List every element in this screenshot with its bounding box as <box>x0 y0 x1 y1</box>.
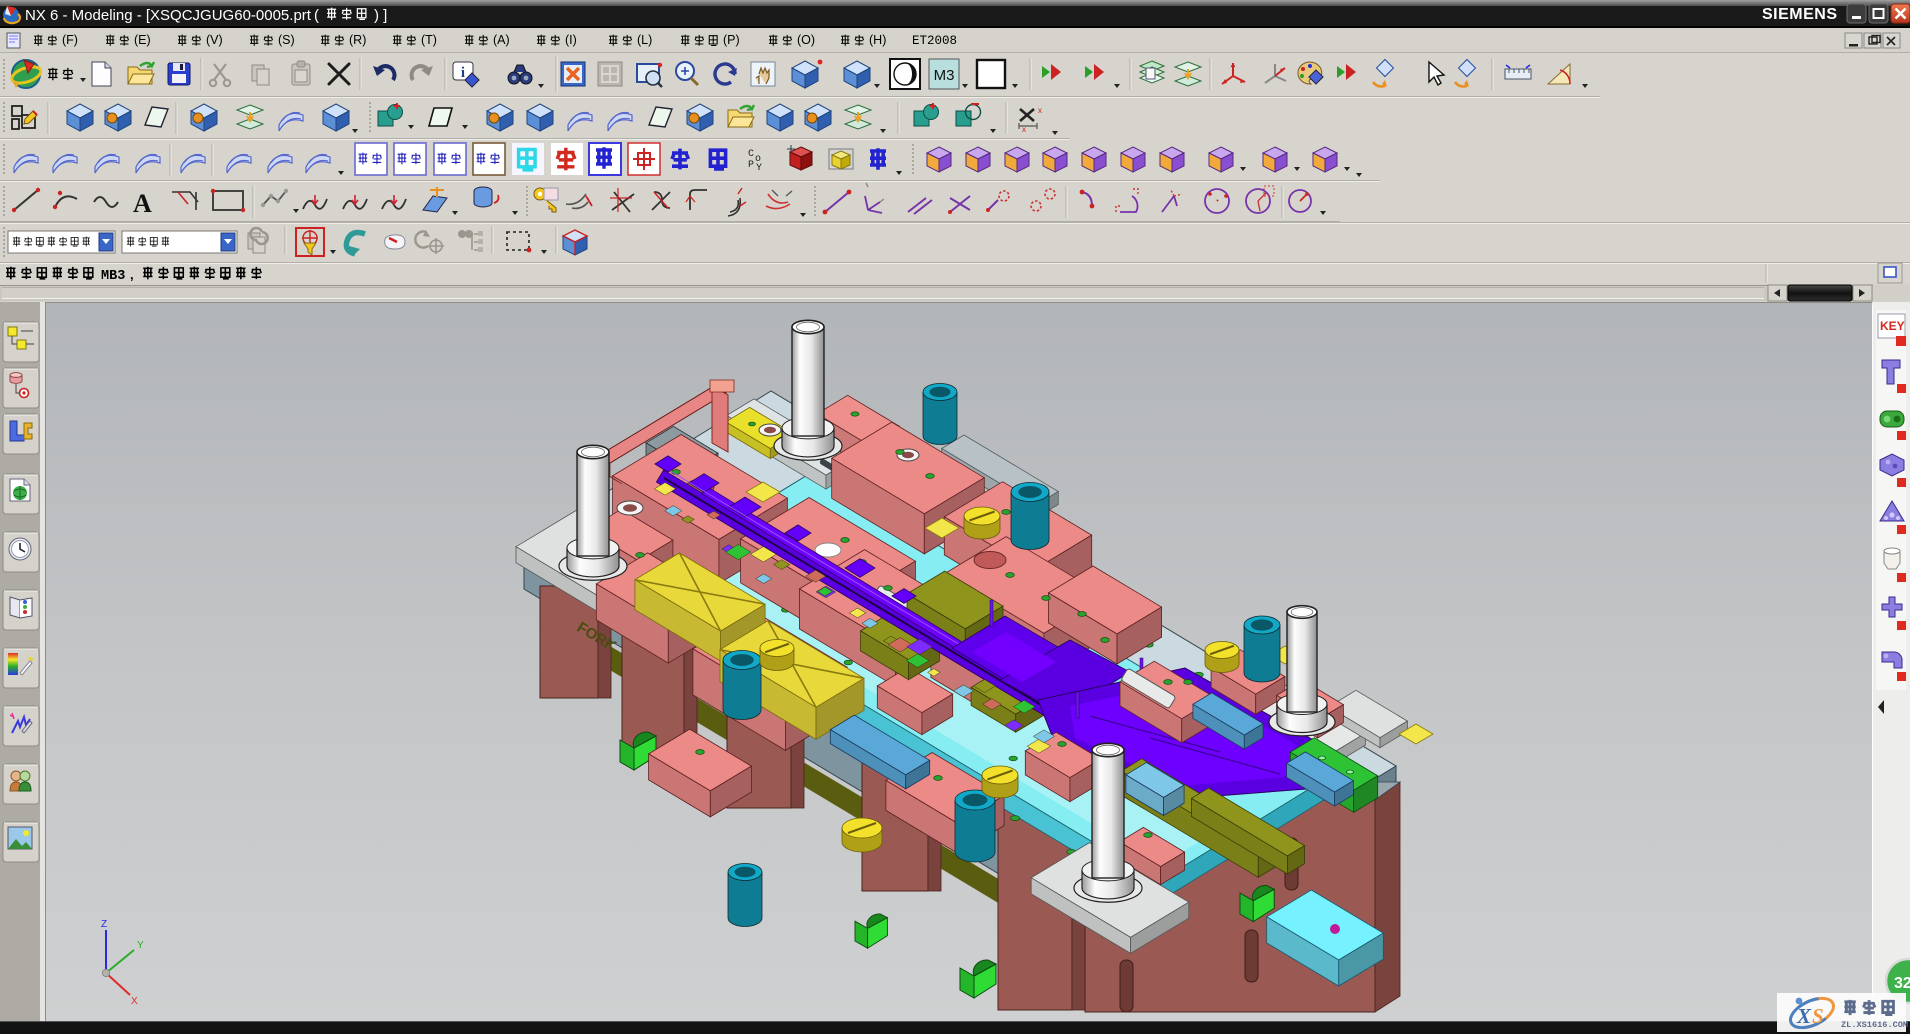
svg-text:(P): (P) <box>723 33 740 47</box>
svg-text:(R): (R) <box>349 33 366 47</box>
svg-text:32: 32 <box>1894 975 1910 992</box>
svg-text:(T): (T) <box>421 33 437 47</box>
svg-text:) ]: ) ] <box>374 7 387 24</box>
svg-text:ZL.XS1616.COM: ZL.XS1616.COM <box>1841 1020 1908 1030</box>
svg-text:(F): (F) <box>62 33 78 47</box>
svg-text:(H): (H) <box>869 33 886 47</box>
svg-text:MB3: MB3 <box>101 269 125 284</box>
svg-text:(E): (E) <box>134 33 151 47</box>
svg-text:ET2008: ET2008 <box>912 34 957 48</box>
svg-text:SIEMENS: SIEMENS <box>1762 6 1838 23</box>
svg-text:Y: Y <box>756 163 762 174</box>
svg-text:Z: Z <box>101 919 107 930</box>
svg-text:P: P <box>748 160 754 171</box>
svg-text:(V): (V) <box>206 33 223 47</box>
svg-text:(A): (A) <box>493 33 510 47</box>
svg-text:Y: Y <box>137 940 144 951</box>
svg-text:,: , <box>130 267 134 282</box>
svg-text:(I): (I) <box>565 33 577 47</box>
svg-text:(S): (S) <box>278 33 295 47</box>
svg-text:X: X <box>131 996 138 1007</box>
svg-text:X: X <box>1796 1004 1812 1028</box>
svg-text:(: ( <box>314 7 319 24</box>
svg-text:(L): (L) <box>637 33 652 47</box>
svg-text:KEY: KEY <box>1880 319 1905 333</box>
svg-text:C: C <box>748 149 754 160</box>
svg-text:S: S <box>1812 1004 1824 1028</box>
svg-text:(O): (O) <box>797 33 815 47</box>
svg-text:A: A <box>133 189 152 218</box>
svg-text:NX 6 - Modeling - [XSQCJGUG60-: NX 6 - Modeling - [XSQCJGUG60-0005.prt <box>25 7 312 24</box>
